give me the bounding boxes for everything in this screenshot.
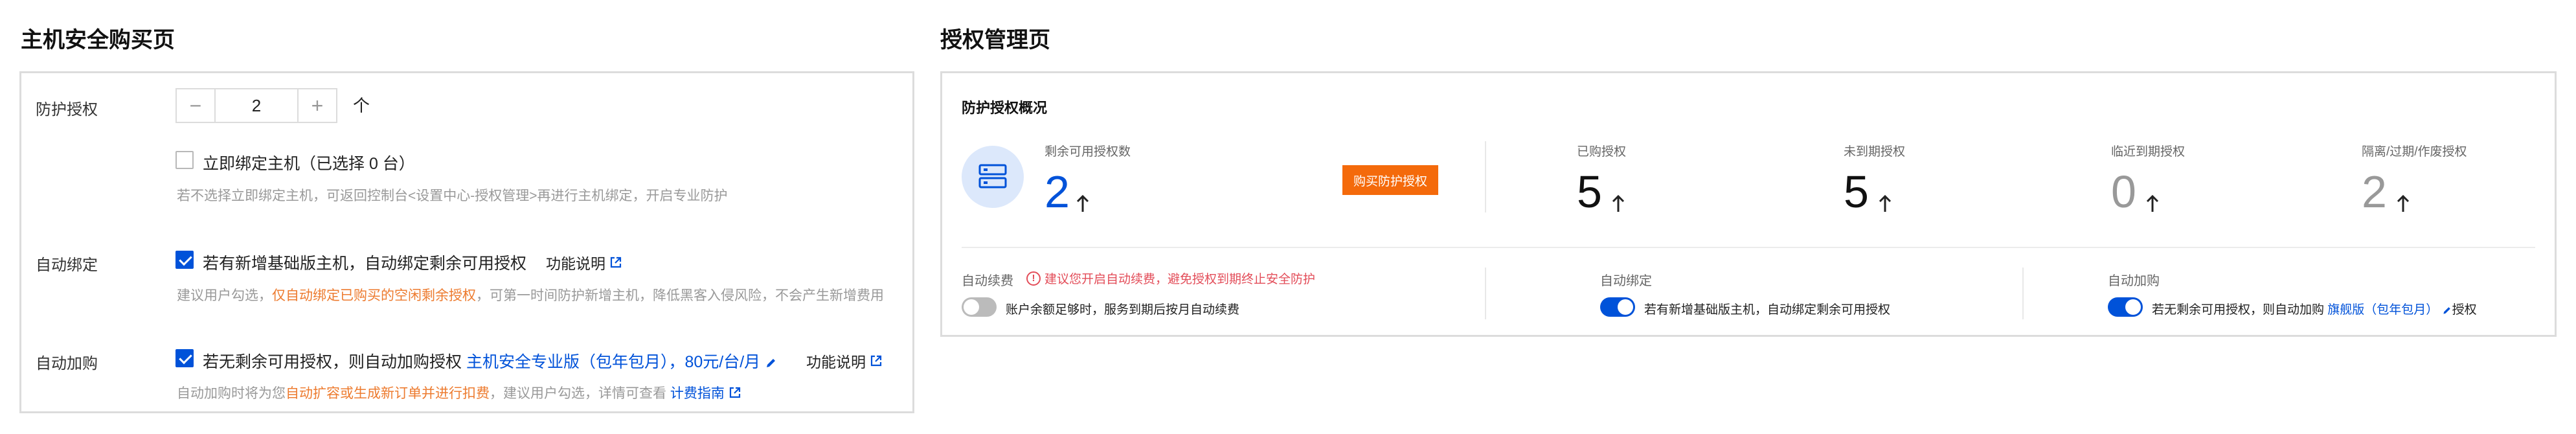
auto-buy-hint: 自动加购时将为您 自动扩容或生成新订单并进行扣费 ，建议用户勾选，详情可查看 计费指…	[177, 383, 741, 402]
arrow-up-icon	[1879, 194, 1892, 212]
auto-bind-label: 自动绑定	[36, 257, 98, 274]
billing-guide-link[interactable]: 计费指南	[670, 383, 725, 402]
purchase-panel: 防护授权 − 2 + 个 立即绑定主机（已选择 0 台） 若不选择立即绑定主机，…	[19, 71, 914, 413]
auth-manage-panel: 防护授权概况 剩余可用授权数 2 购买防护授权 已购授权 5 未到期授权 5 临近到期授…	[940, 71, 2557, 337]
auto-renew-warning-text: 建议您开启自动续费，避免授权到期终止安全防护	[1045, 273, 1316, 286]
external-link-icon	[729, 386, 741, 399]
remaining-label: 剩余可用授权数	[1045, 145, 1131, 159]
warning-icon: !	[1026, 271, 1041, 286]
auto-bind-hint: 建议用户勾选，仅自动绑定已购买的空闲剩余授权，可第一时间防护新增主机，降低黑客入…	[177, 285, 884, 304]
auto-addbuy-text-pre: 若无剩余可用授权，则自动加购	[2152, 303, 2328, 317]
auto-renew-toggle[interactable]	[962, 297, 997, 317]
arrow-up-icon	[1076, 194, 1089, 212]
auto-buy-hint-pre: 自动加购时将为您	[177, 386, 286, 401]
edit-icon[interactable]	[765, 356, 778, 369]
protect-auth-label: 防护授权	[36, 101, 98, 119]
stat-label: 未到期授权	[1844, 145, 1906, 159]
auto-buy-plan-link[interactable]: 主机安全专业版（包年包月），80元/台/月	[466, 353, 760, 371]
auto-bind-hint-pre: 建议用户勾选，	[177, 288, 272, 303]
auto-bind-checkbox[interactable]	[175, 251, 194, 269]
divider	[962, 247, 2535, 248]
auth-manage-page-title: 授权管理页	[940, 28, 1050, 52]
quantity-stepper: − 2 +	[175, 88, 337, 123]
overview-title: 防护授权概况	[962, 100, 1048, 116]
auto-bind-func-link[interactable]: 功能说明	[546, 251, 622, 273]
stat-label: 已购授权	[1577, 145, 1627, 159]
purchase-page-title: 主机安全购买页	[21, 28, 175, 52]
stat-value: 2	[2362, 166, 2387, 217]
auto-bind-hint-post: ，可第一时间防护新增主机，降低黑客入侵风险，不会产生新增费用	[476, 288, 884, 303]
auto-buy-text-pre: 若无剩余可用授权，则自动加购授权	[203, 353, 466, 371]
stat-value: 5	[1577, 166, 1602, 217]
auto-buy-checkbox[interactable]	[175, 349, 194, 367]
auto-buy-hint-post: ，建议用户勾选，详情可查看	[490, 386, 670, 401]
auto-addbuy-text: 若无剩余可用授权，则自动加购 旗舰版（包年包月） 授权	[2152, 300, 2477, 317]
auto-bind-func-link-label: 功能说明	[546, 255, 605, 272]
stat-label: 隔离/过期/作废授权	[2362, 145, 2467, 159]
quantity-unit: 个	[353, 96, 370, 115]
auto-buy-func-link[interactable]: 功能说明	[806, 350, 883, 372]
auto-addbuy-label: 自动加购	[2108, 274, 2160, 288]
auto-renew-label: 自动续费	[962, 274, 1013, 288]
stat-value: 0	[2111, 166, 2136, 217]
divider	[1485, 141, 1486, 212]
arrow-up-icon	[2146, 194, 2159, 212]
auto-bind-switch-label: 自动绑定	[1600, 274, 1652, 288]
flagship-plan-link[interactable]: 旗舰版（包年包月）	[2327, 303, 2438, 317]
bind-now-checkbox[interactable]	[175, 151, 194, 169]
quantity-input[interactable]: 2	[216, 89, 297, 122]
server-icon	[962, 146, 1024, 208]
stat-value: 5	[1844, 166, 1869, 217]
decrement-button[interactable]: −	[177, 89, 216, 122]
toggle-knob	[964, 299, 979, 315]
divider	[2022, 268, 2024, 319]
stat-label: 临近到期授权	[2111, 145, 2186, 159]
auto-renew-warning: ! 建议您开启自动续费，避免授权到期终止安全防护	[1026, 269, 1315, 287]
edit-icon[interactable]	[2442, 305, 2452, 315]
buy-protection-button[interactable]: 购买防护授权	[1342, 165, 1438, 195]
bind-now-label: 立即绑定主机（已选择 0 台）	[203, 155, 415, 173]
auto-buy-text: 若无剩余可用授权，则自动加购授权 主机安全专业版（包年包月），80元/台/月	[203, 349, 778, 372]
auto-bind-toggle[interactable]	[1600, 297, 1635, 317]
divider	[1485, 268, 1486, 319]
auto-addbuy-text-post: 授权	[2452, 303, 2477, 317]
auto-buy-hint-highlight: 自动扩容或生成新订单并进行扣费	[286, 386, 490, 401]
auto-buy-label: 自动加购	[36, 355, 98, 372]
auto-bind-text: 若有新增基础版主机，自动绑定剩余可用授权	[203, 255, 527, 273]
bind-now-hint: 若不选择立即绑定主机，可返回控制台<设置中心-授权管理>再进行主机绑定，开启专业…	[177, 188, 728, 203]
auto-buy-func-link-label: 功能说明	[806, 354, 866, 371]
toggle-knob	[1618, 299, 1633, 315]
external-link-icon	[870, 354, 883, 367]
auto-bind-switch-text: 若有新增基础版主机，自动绑定剩余可用授权	[1644, 303, 1891, 317]
auto-bind-hint-highlight: 仅自动绑定已购买的空闲剩余授权	[272, 288, 476, 303]
toggle-knob	[2125, 299, 2141, 315]
arrow-up-icon	[1612, 194, 1625, 212]
arrow-up-icon	[2397, 194, 2410, 212]
remaining-value: 2	[1045, 166, 1070, 217]
increment-button[interactable]: +	[297, 89, 336, 122]
external-link-icon	[609, 256, 622, 269]
auto-addbuy-toggle[interactable]	[2108, 297, 2143, 317]
auto-renew-text: 账户余额足够时，服务到期后按月自动续费	[1006, 303, 1240, 317]
